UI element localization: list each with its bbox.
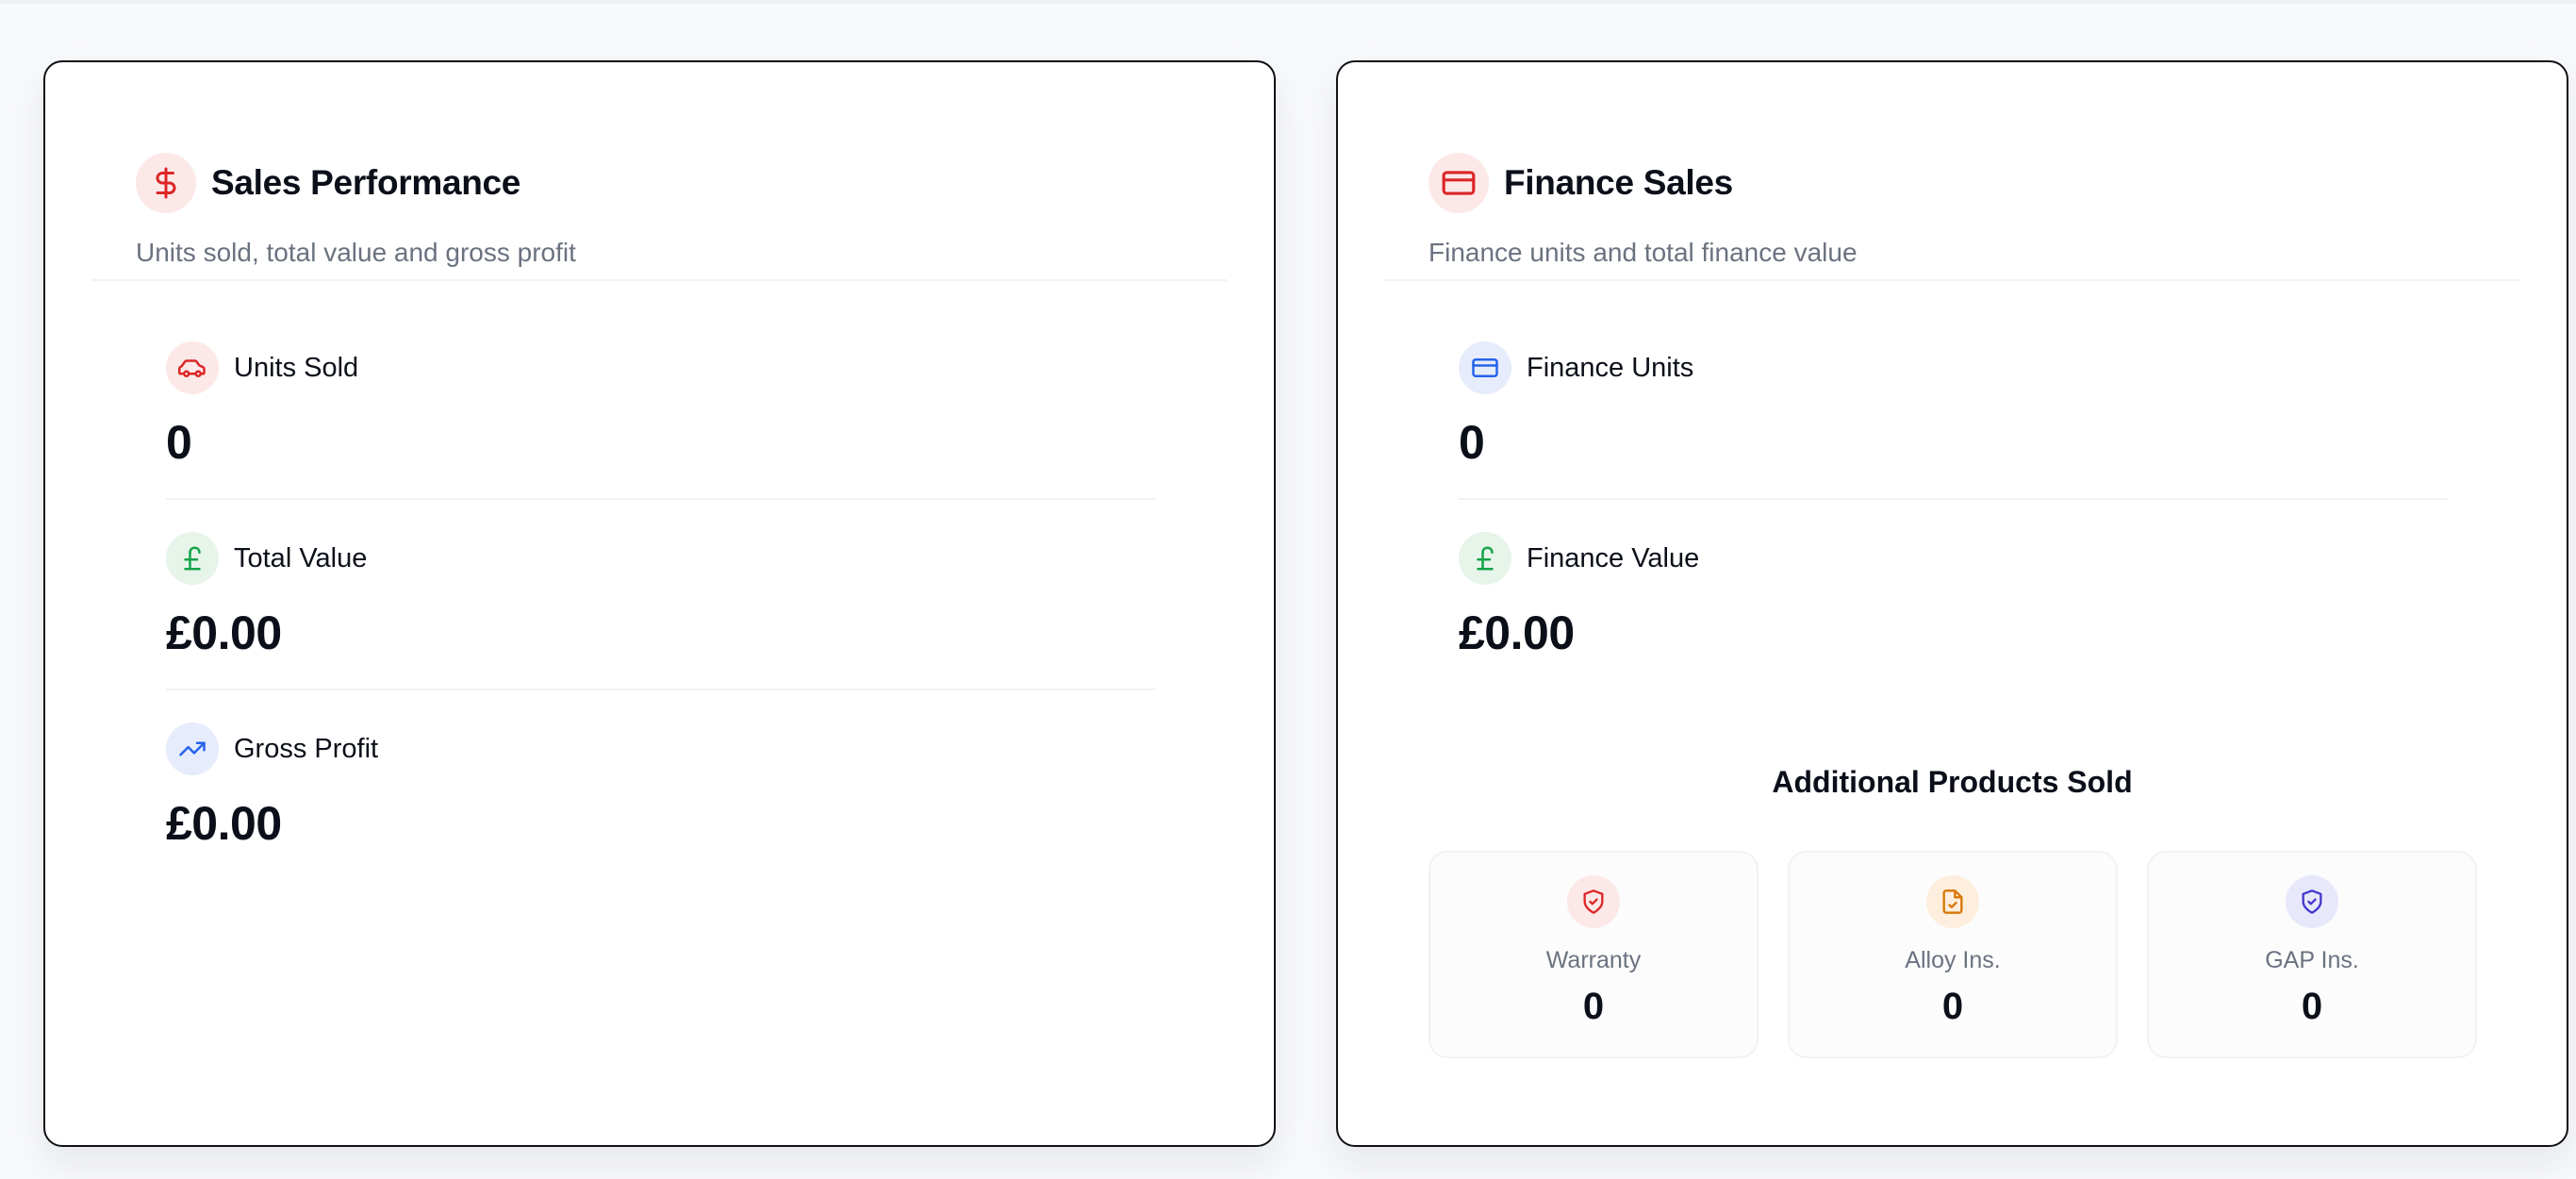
card-subtitle: Finance units and total finance value — [1428, 238, 1858, 267]
sales-performance-card: Sales Performance Units sold, total valu… — [43, 60, 1276, 1147]
metric-value: 0 — [1459, 416, 1485, 469]
metric-label: Units Sold — [234, 352, 359, 383]
product-value: 0 — [1582, 986, 1605, 1027]
credit-card-icon — [1428, 153, 1489, 213]
metric-label: Finance Value — [1527, 542, 1700, 573]
card-header: Sales Performance Units sold, total valu… — [136, 153, 576, 268]
product-label: Alloy Ins. — [1905, 947, 2001, 973]
metric-label: Total Value — [234, 542, 368, 573]
credit-card-icon — [1459, 341, 1511, 394]
metric-value: £0.00 — [166, 797, 282, 850]
product-label: GAP Ins. — [2265, 947, 2359, 973]
product-value: 0 — [2301, 986, 2323, 1027]
card-header: Finance Sales Finance units and total fi… — [1428, 153, 1858, 268]
shield-check-icon — [1567, 875, 1620, 928]
card-title: Finance Sales — [1504, 163, 1733, 202]
pound-icon — [166, 532, 219, 585]
additional-products-title: Additional Products Sold — [1772, 765, 2133, 799]
top-bar — [0, 0, 2576, 4]
trending-up-icon — [166, 722, 219, 775]
metric-finance-value: Finance Value £0.00 — [1459, 532, 2449, 660]
divider — [1459, 498, 2449, 500]
product-card-warranty: Warranty 0 — [1428, 851, 1759, 1058]
product-label: Warranty — [1545, 947, 1642, 973]
finance-sales-card: Finance Sales Finance units and total fi… — [1336, 60, 2568, 1147]
product-card-gap-insurance: GAP Ins. 0 — [2147, 851, 2477, 1058]
metric-gross-profit: Gross Profit £0.00 — [166, 722, 1156, 851]
metric-label: Finance Units — [1527, 352, 1694, 383]
metric-value: £0.00 — [1459, 606, 1575, 659]
metric-value: 0 — [166, 416, 192, 469]
metric-units-sold: Units Sold 0 — [166, 341, 1156, 470]
card-title: Sales Performance — [211, 163, 521, 202]
card-subtitle: Units sold, total value and gross profit — [136, 238, 576, 267]
car-icon — [166, 341, 219, 394]
divider — [166, 689, 1156, 690]
divider — [1385, 279, 2519, 281]
divider — [166, 498, 1156, 500]
pound-icon — [1459, 532, 1511, 585]
file-check-icon — [1926, 875, 1979, 928]
product-card-alloy-insurance: Alloy Ins. 0 — [1788, 851, 2118, 1058]
shield-check-icon — [2286, 875, 2338, 928]
dollar-icon — [136, 153, 196, 213]
product-value: 0 — [1941, 986, 1964, 1027]
metric-label: Gross Profit — [234, 733, 379, 764]
metric-value: £0.00 — [166, 606, 282, 659]
divider — [92, 279, 1227, 281]
metric-finance-units: Finance Units 0 — [1459, 341, 2449, 470]
metric-total-value: Total Value £0.00 — [166, 532, 1156, 660]
